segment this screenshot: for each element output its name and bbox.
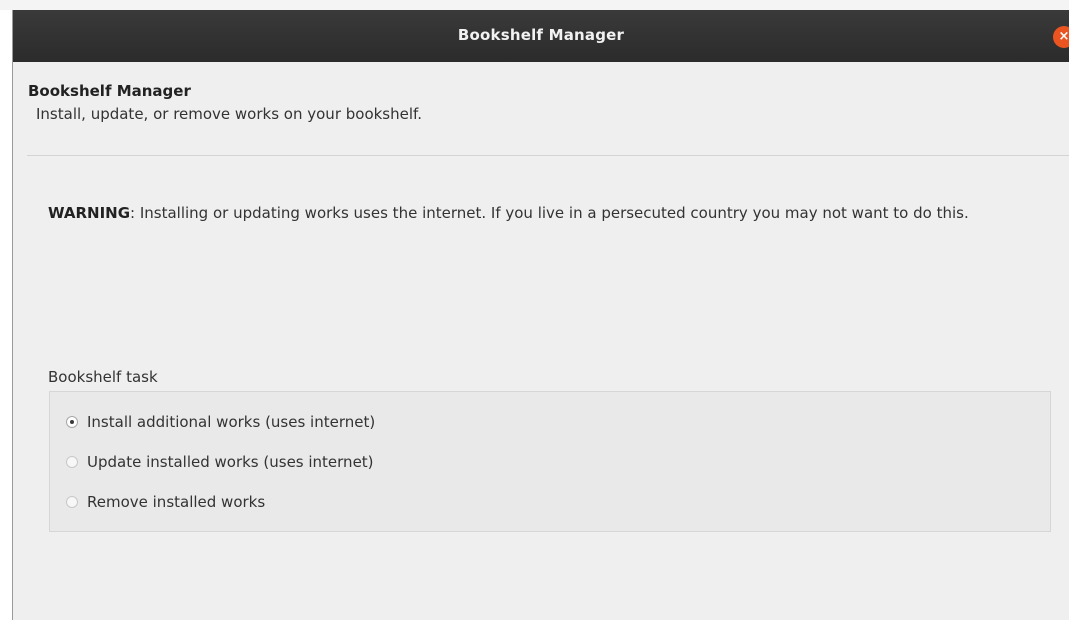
header-divider: [27, 155, 1069, 156]
task-radio-group: Install additional works (uses internet)…: [49, 391, 1051, 532]
radio-update-label[interactable]: Update installed works (uses internet): [87, 453, 374, 471]
task-group-label: Bookshelf task: [48, 368, 158, 386]
background-strip: [0, 0, 1069, 10]
radio-install-label[interactable]: Install additional works (uses internet): [87, 413, 375, 431]
radio-remove-label[interactable]: Remove installed works: [87, 493, 265, 511]
radio-update[interactable]: Update installed works (uses internet): [66, 452, 374, 472]
warning-label: WARNING: [48, 204, 131, 222]
dialog-window: Bookshelf Manager × Bookshelf Manager In…: [12, 10, 1069, 620]
radio-remove[interactable]: Remove installed works: [66, 492, 265, 512]
warning-message: WARNING: Installing or updating works us…: [48, 202, 1048, 224]
page-subtitle: Install, update, or remove works on your…: [36, 105, 422, 123]
warning-text: : Installing or updating works uses the …: [130, 204, 969, 222]
titlebar[interactable]: Bookshelf Manager ×: [13, 10, 1069, 62]
window-title: Bookshelf Manager: [457, 26, 625, 44]
radio-install[interactable]: Install additional works (uses internet): [66, 412, 375, 432]
radio-button-icon[interactable]: [66, 456, 78, 468]
page-title: Bookshelf Manager: [28, 82, 191, 100]
close-icon[interactable]: ×: [1053, 26, 1069, 48]
radio-button-checked-icon[interactable]: [66, 416, 78, 428]
radio-button-icon[interactable]: [66, 496, 78, 508]
